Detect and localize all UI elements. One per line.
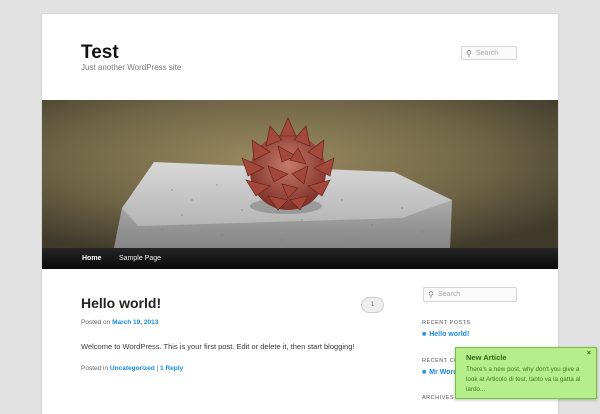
- bullet-icon: ■: [422, 369, 427, 376]
- search-icon: ⚲: [466, 49, 472, 58]
- sidebar-search-input[interactable]: ⚲ Search: [423, 287, 517, 302]
- sidebar-search-placeholder: Search: [438, 291, 461, 298]
- post-title[interactable]: Hello world!: [81, 295, 161, 311]
- new-article-notification[interactable]: New Article × There's a new post, why do…: [455, 347, 597, 399]
- notification-title: New Article: [466, 353, 507, 362]
- recent-comments-title: RECENT CO: [422, 358, 459, 364]
- post-date-line: Posted on March 19, 2013: [81, 319, 158, 326]
- nav-item-sample-page[interactable]: Sample Page: [119, 248, 161, 269]
- site-tagline: Just another WordPress site: [81, 63, 182, 72]
- notification-body: There's a new post, why don't you give a…: [466, 366, 581, 393]
- nav-item-home[interactable]: Home: [82, 248, 101, 269]
- search-icon: ⚲: [428, 290, 434, 299]
- site-title[interactable]: Test: [81, 42, 119, 64]
- bullet-icon: ■: [422, 331, 427, 338]
- recent-posts-title: RECENT POSTS: [422, 320, 471, 326]
- header-search-input[interactable]: ⚲ Search: [461, 46, 517, 60]
- header-image[interactable]: [42, 100, 558, 248]
- pinecone-photo: [42, 100, 558, 248]
- main-nav: Home Sample Page: [42, 248, 558, 269]
- category-link[interactable]: Uncategorized: [110, 365, 155, 372]
- meta-separator: |: [156, 365, 159, 372]
- posted-in-label: Posted in: [81, 365, 109, 372]
- recent-post-label: Hello world!: [429, 331, 470, 338]
- post-meta: Posted in Uncategorized | 1 Reply: [81, 365, 183, 372]
- posted-on-label: Posted on: [81, 319, 111, 326]
- reply-link[interactable]: 1 Reply: [160, 365, 183, 372]
- comment-count-bubble[interactable]: 1: [361, 297, 384, 313]
- close-icon[interactable]: ×: [587, 350, 591, 357]
- archives-title: ARCHIVES: [422, 395, 455, 401]
- recent-post-link[interactable]: ■ Hello world!: [422, 331, 469, 338]
- header-search-placeholder: Search: [476, 50, 499, 57]
- post-content: Welcome to WordPress. This is your first…: [81, 342, 355, 351]
- post-date-link[interactable]: March 19, 2013: [112, 319, 158, 326]
